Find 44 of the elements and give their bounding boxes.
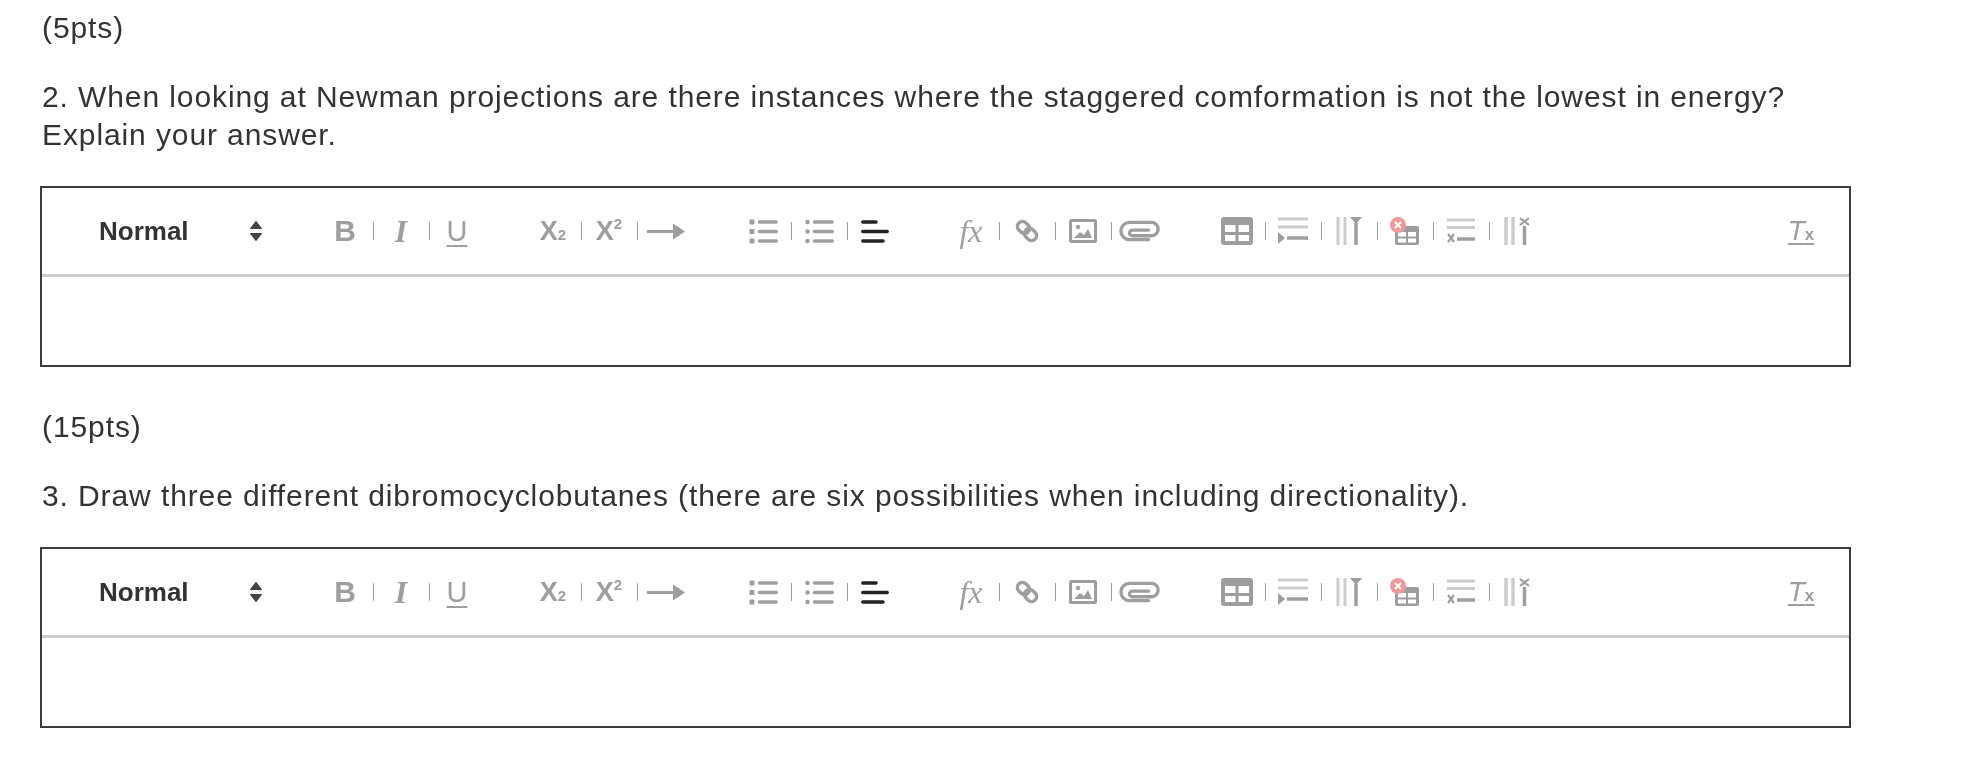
format-dropdown[interactable]: Normal <box>84 213 270 249</box>
bold-button[interactable]: B <box>324 574 366 610</box>
insert-column-icon <box>1335 217 1363 245</box>
bold-button[interactable]: B <box>324 213 366 249</box>
table-icon <box>1221 217 1253 245</box>
paperclip-icon <box>1119 220 1161 242</box>
format-dropdown[interactable]: Normal <box>84 574 270 610</box>
formula-button[interactable]: fx <box>950 574 992 610</box>
updown-arrows-icon <box>250 221 262 241</box>
bullet-list-icon <box>804 218 834 244</box>
underline-button[interactable]: U <box>436 574 478 610</box>
points-label: (15pts) <box>41 409 143 445</box>
superscript-button[interactable]: X$^{2}$ <box>588 574 630 610</box>
delete-table-icon <box>1390 217 1420 245</box>
paperclip-icon <box>1119 581 1161 603</box>
delete-row-icon <box>1447 579 1475 605</box>
italic-button[interactable]: I <box>380 213 422 249</box>
image-icon <box>1069 219 1097 243</box>
align-left-icon <box>861 218 889 244</box>
insert-row-icon <box>1278 578 1308 606</box>
delete-column-icon <box>1503 217 1531 245</box>
table-icon <box>1221 578 1253 606</box>
updown-arrows-icon <box>250 582 262 602</box>
question-text: 2. When looking at Newman projections are there instances where the staggered comformation is not the lowest in energy? Explain your answer. <box>41 79 1786 153</box>
bullet-list-icon <box>804 579 834 605</box>
question-text: 3. Draw three different dibromocyclobutanes (there are six possibilities when including directionality). <box>41 478 1471 514</box>
right-arrow-icon <box>647 582 685 602</box>
ordered-list-icon <box>748 218 778 244</box>
delete-table-icon <box>1390 578 1420 606</box>
link-icon <box>1013 217 1041 245</box>
insert-column-icon <box>1335 578 1363 606</box>
align-left-icon <box>861 579 889 605</box>
points-label: (5pts) <box>41 10 126 46</box>
image-icon <box>1069 580 1097 604</box>
underline-button[interactable]: U <box>436 213 478 249</box>
insert-row-icon <box>1278 217 1308 245</box>
formula-button[interactable]: fx <box>950 213 992 249</box>
ordered-list-icon <box>748 579 778 605</box>
delete-column-icon <box>1503 578 1531 606</box>
superscript-button[interactable]: X$^{2}$ <box>588 213 630 249</box>
italic-button[interactable]: I <box>380 574 422 610</box>
right-arrow-icon <box>647 221 685 241</box>
link-icon <box>1013 578 1041 606</box>
delete-row-icon <box>1447 218 1475 244</box>
